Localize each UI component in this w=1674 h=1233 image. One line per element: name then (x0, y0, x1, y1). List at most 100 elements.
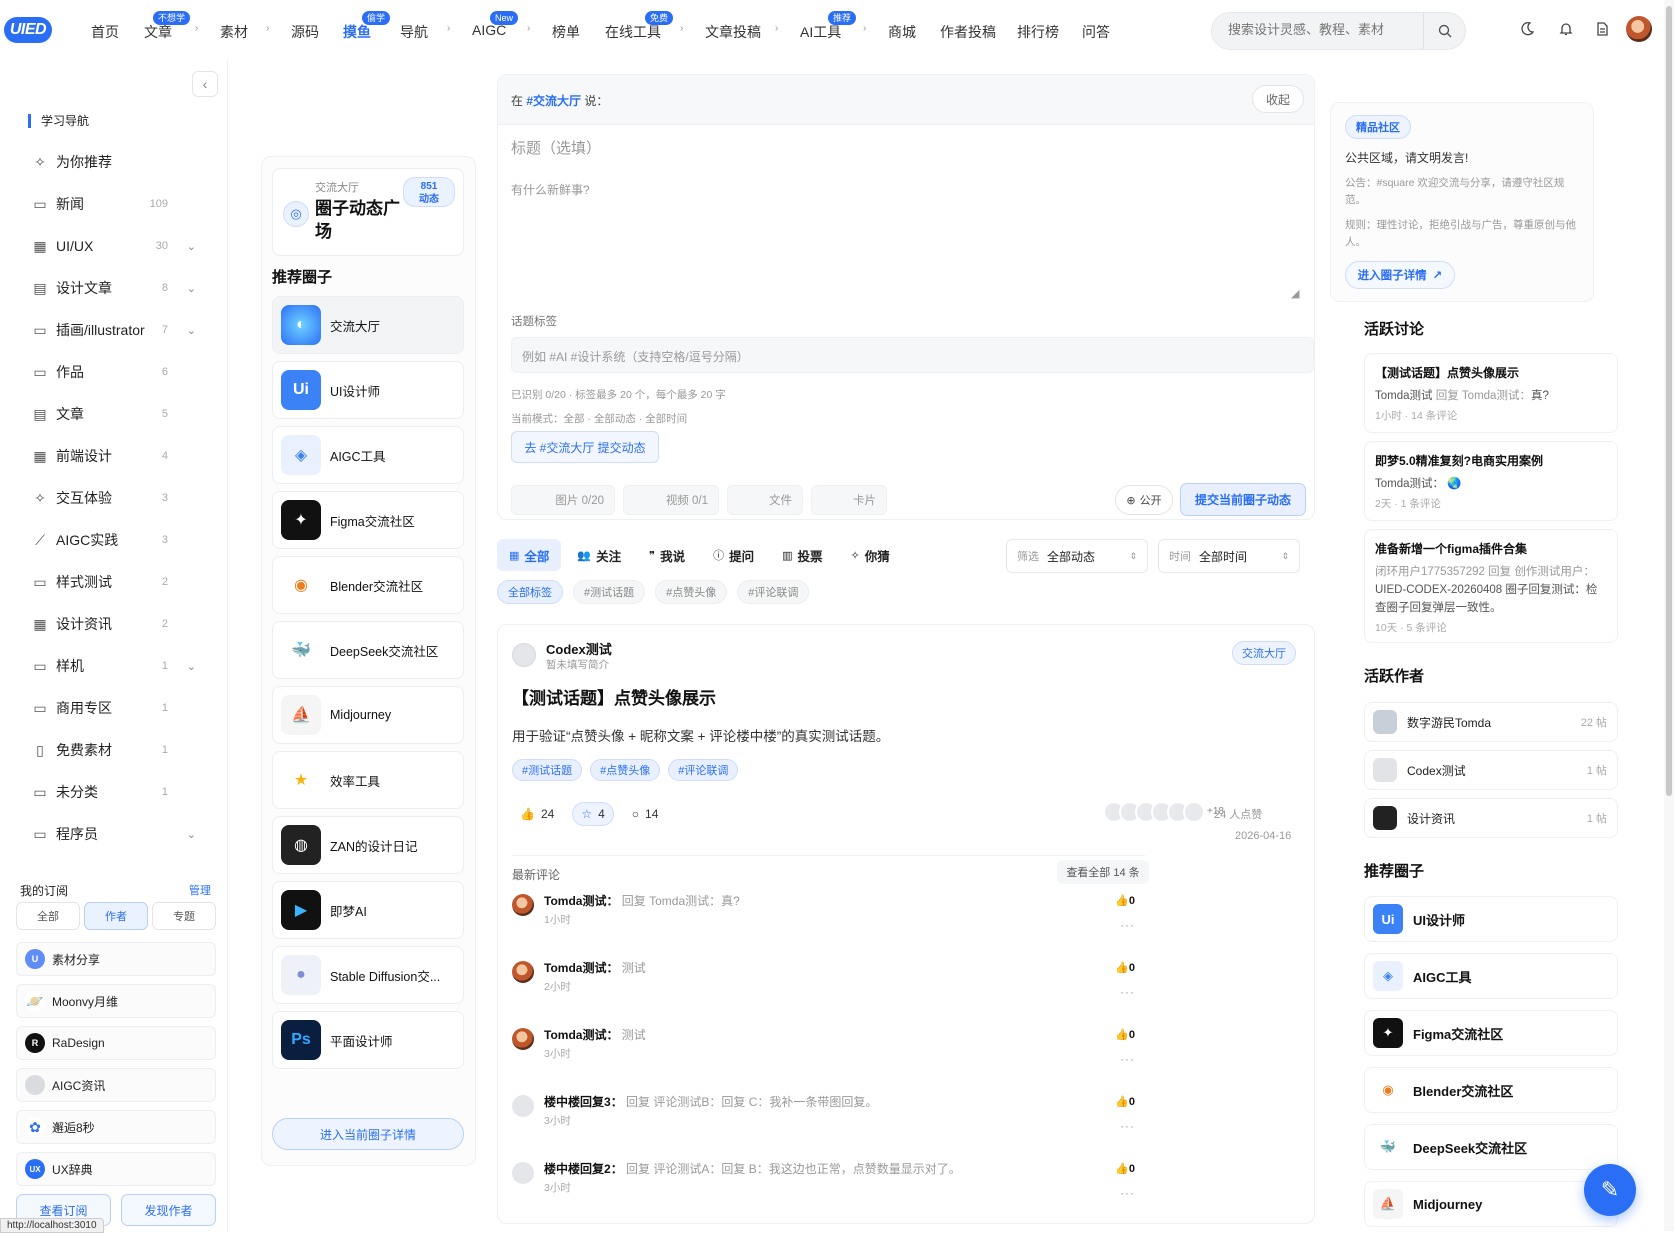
author-item[interactable]: 设计资讯 1 帖 (1364, 798, 1618, 838)
body-textarea[interactable]: 有什么新鲜事? (511, 181, 590, 198)
sidebar-item[interactable]: ▭ 样机 1 ⌄ (32, 654, 202, 678)
tab-vote[interactable]: ▥ 投票 (770, 539, 834, 571)
sidebar-item[interactable]: ⟋ AIGC实践 3 (32, 528, 202, 552)
file-upload-button[interactable]: 文件 (727, 485, 803, 515)
right-circle-item[interactable]: 🐳 DeepSeek交流社区 (1364, 1124, 1618, 1170)
circle-item[interactable]: Ui UI设计师 (272, 361, 464, 419)
video-upload-button[interactable]: 视频 0/1 (623, 485, 719, 515)
subscription-item[interactable]: R RaDesign (16, 1026, 216, 1060)
circle-item[interactable]: ◈ AIGC工具 (272, 426, 464, 484)
sidebar-item[interactable]: ▭ 商用专区 1 (32, 696, 202, 720)
sidebar-item[interactable]: ✧ 交互体验 3 (32, 486, 202, 510)
post-author[interactable]: Codex测试 (546, 639, 612, 658)
nav-shop[interactable]: 商城 (888, 22, 916, 42)
nav-ai-tools[interactable]: AI工具 (800, 22, 841, 42)
avatar[interactable] (512, 1162, 534, 1184)
circle-item[interactable]: ★ 效率工具 (272, 751, 464, 809)
subscriptions-manage-link[interactable]: 管理 (189, 882, 211, 898)
sidebar-item[interactable]: ▦ 设计资讯 2 (32, 612, 202, 636)
right-circle-item[interactable]: ⛵ Midjourney (1364, 1181, 1618, 1227)
avatar[interactable] (512, 961, 534, 983)
liker-avatars[interactable]: +18 (1103, 801, 1224, 823)
subscription-item[interactable]: UX UX辞典 (16, 1152, 216, 1186)
tab-all[interactable]: ▦ 全部 (497, 539, 562, 571)
resize-handle-icon[interactable]: ◢ (1291, 287, 1299, 300)
goto-circle-submit-button[interactable]: 去 #交流大厅 提交动态 (511, 431, 659, 463)
chevron-down-icon[interactable]: ⌄ (187, 828, 196, 841)
post-tag[interactable]: #测试话题 (512, 759, 583, 781)
submit-post-button[interactable]: 提交当前圈子动态 (1180, 483, 1306, 516)
right-circle-item[interactable]: ✦ Figma交流社区 (1364, 1010, 1618, 1056)
post-tag[interactable]: #点赞头像 (590, 759, 661, 781)
discussion-item[interactable]: 准备新增一个figma插件合集 闭环用户1775357292 回复 创作测试用户… (1364, 529, 1618, 643)
chevron-down-icon[interactable]: ⌄ (187, 240, 196, 253)
more-icon[interactable]: ··· (1120, 1052, 1135, 1066)
nav-rank[interactable]: 榜单 (552, 22, 580, 42)
segment-author[interactable]: 作者 (84, 902, 148, 930)
nav-source[interactable]: 源码 (291, 22, 319, 42)
circle-item[interactable]: ✦ Figma交流社区 (272, 491, 464, 549)
like-button[interactable]: 👍 24 (512, 802, 562, 826)
discussion-item[interactable]: 即梦5.0精准复刻?电商实用案例 Tomda测试： 🌏 2天 · 1 条评论 (1364, 441, 1618, 521)
subscription-item[interactable]: AIGC资讯 (16, 1068, 216, 1102)
sidebar-item[interactable]: ▦ 前端设计 4 (32, 444, 202, 468)
sidebar-item[interactable]: ▯ 免费素材 1 (32, 738, 202, 762)
avatar[interactable] (512, 1095, 534, 1117)
enter-circle-button[interactable]: 进入当前圈子详情 (272, 1118, 464, 1150)
circle-item[interactable]: 🐳 DeepSeek交流社区 (272, 621, 464, 679)
sidebar-item[interactable]: ▭ 未分类 1 (32, 780, 202, 804)
sidebar-item[interactable]: ▭ 样式测试 2 (32, 570, 202, 594)
discussion-item[interactable]: 【测试话题】点赞头像展示 Tomda测试 回复 Tomda测试：真? 1小时 ·… (1364, 353, 1618, 433)
circle-item[interactable]: Ps 平面设计师 (272, 1011, 464, 1069)
nav-assets[interactable]: 素材 (220, 22, 248, 42)
nav-moyu[interactable]: 摸鱼 (343, 22, 371, 42)
chevron-down-icon[interactable]: ⌄ (187, 324, 196, 337)
filter-select[interactable]: 筛选 全部动态 ⇕ (1006, 539, 1148, 573)
tags-input[interactable]: 例如 #AI #设计系统（支持空格/逗号分隔） (511, 337, 1314, 373)
sidebar-item[interactable]: ▭ 新闻 109 (32, 192, 202, 216)
fold-button[interactable]: 收起 (1252, 85, 1304, 113)
avatar[interactable] (512, 1028, 534, 1050)
circle-tag-link[interactable]: #交流大厅 (526, 94, 581, 108)
nav-submit-article[interactable]: 文章投稿 (705, 22, 761, 42)
author-item[interactable]: Codex测试 1 帖 (1364, 750, 1618, 790)
more-icon[interactable]: ··· (1120, 985, 1135, 999)
comment-like-button[interactable]: 👍0 (1115, 1162, 1135, 1175)
sidebar-item[interactable]: ▭ 作品 6 (32, 360, 202, 384)
circle-item[interactable]: ◉ Blender交流社区 (272, 556, 464, 614)
star-button[interactable]: ☆ 4 (572, 802, 614, 826)
comment-like-button[interactable]: 👍0 (1115, 894, 1135, 907)
segment-topic[interactable]: 专题 (152, 902, 216, 930)
author-avatar[interactable] (512, 643, 536, 667)
nav-online-tools[interactable]: 在线工具 (605, 22, 661, 42)
nav-leaderboard[interactable]: 排行榜 (1017, 22, 1059, 42)
magic-wand-fab[interactable]: ✎ (1584, 1164, 1636, 1216)
post-circle-badge[interactable]: 交流大厅 (1232, 641, 1296, 665)
search-icon[interactable] (1423, 13, 1465, 49)
tag-chip[interactable]: 全部标签 (497, 580, 563, 604)
tag-chip[interactable]: #测试话题 (573, 580, 646, 604)
nav-navigation[interactable]: 导航 (400, 22, 428, 42)
right-circle-item[interactable]: ◈ AIGC工具 (1364, 953, 1618, 999)
avatar[interactable] (512, 894, 534, 916)
site-logo[interactable]: UIED (4, 17, 52, 43)
collapse-sidebar-button[interactable]: ‹ (192, 71, 218, 97)
tag-chip[interactable]: #点赞头像 (655, 580, 728, 604)
user-avatar[interactable] (1626, 16, 1652, 42)
chevron-down-icon[interactable]: ⌄ (187, 282, 196, 295)
sidebar-item[interactable]: ▤ 文章 5 (32, 402, 202, 426)
tab-follow[interactable]: 👥 关注 (565, 539, 633, 571)
image-upload-button[interactable]: 图片 0/20 (511, 485, 615, 515)
right-circle-item[interactable]: Ui UI设计师 (1364, 896, 1618, 942)
nav-qa[interactable]: 问答 (1082, 22, 1110, 42)
tab-question[interactable]: ⓘ 提问 (701, 539, 766, 571)
tab-guess[interactable]: ✧ 你猜 (839, 539, 902, 571)
title-input[interactable]: 标题（选填） (511, 137, 601, 158)
card-button[interactable]: 卡片 (811, 485, 887, 515)
post-tag[interactable]: #评论联调 (668, 759, 739, 781)
comment-like-button[interactable]: 👍0 (1115, 1095, 1135, 1108)
nav-home[interactable]: 首页 (91, 22, 119, 42)
more-icon[interactable]: ··· (1120, 1186, 1135, 1200)
subscription-item[interactable]: ✿ 邂逅8秒 (16, 1110, 216, 1144)
right-circle-item[interactable]: ◉ Blender交流社区 (1364, 1067, 1618, 1113)
